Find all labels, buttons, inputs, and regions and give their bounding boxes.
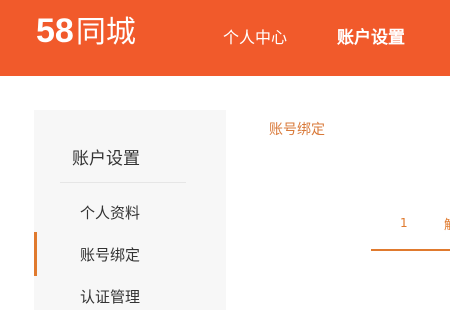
sidebar-item-account-binding[interactable]: 账号绑定 (80, 244, 140, 265)
58-logo[interactable]: 58同城 (36, 13, 136, 51)
step-active-underline (371, 249, 450, 251)
sidebar-item-verification[interactable]: 认证管理 (80, 286, 140, 307)
active-indicator (34, 232, 37, 276)
logo-text: 同城 (75, 15, 136, 50)
top-header: 58同城 个人中心 账户设置 (0, 0, 450, 76)
sidebar-title: 账户设置 (72, 149, 140, 169)
sidebar-item-profile[interactable]: 个人资料 (80, 202, 140, 223)
sidebar-divider (60, 182, 186, 183)
nav-personal-center[interactable]: 个人中心 (223, 28, 287, 48)
step-label: 解 (444, 214, 450, 233)
step-number: 1 (400, 216, 408, 230)
nav-account-settings[interactable]: 账户设置 (337, 28, 405, 48)
logo-number: 58 (36, 12, 74, 50)
page-title: 账号绑定 (269, 122, 325, 138)
settings-sidebar: 账户设置 个人资料 账号绑定 认证管理 (34, 110, 226, 310)
